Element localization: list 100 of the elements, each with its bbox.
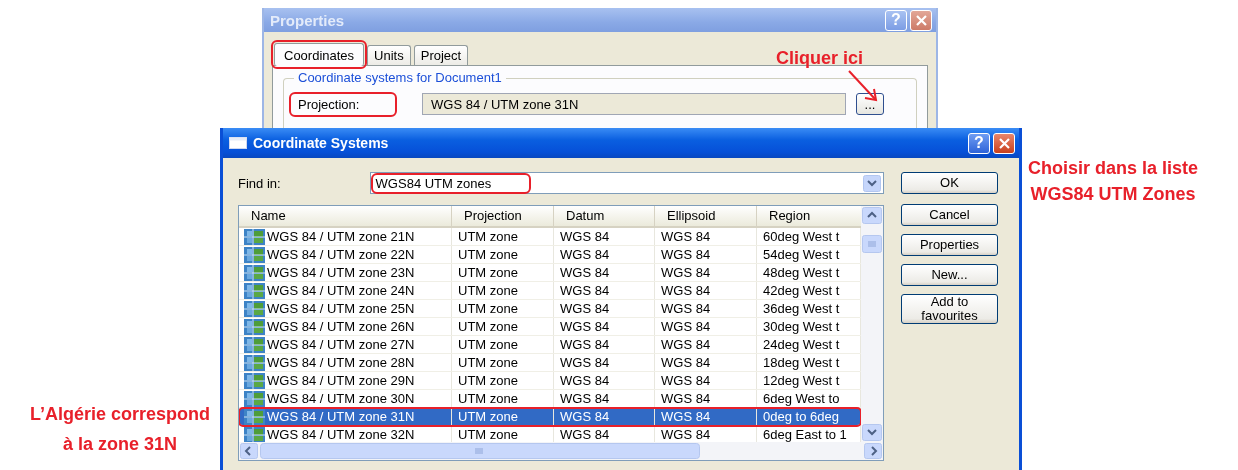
table-row[interactable]: WGS 84 / UTM zone 21N UTM zone WGS 84 WGS 84 60deg West t [239, 228, 861, 246]
table-cell: WGS 84 / UTM zone 21N [267, 229, 415, 244]
table-cell: WGS 84 [655, 336, 757, 353]
table-cell: WGS 84 [554, 264, 655, 281]
table-cell: WGS 84 [655, 282, 757, 299]
dialog-button[interactable]: OK [901, 172, 998, 194]
table-cell: WGS 84 / UTM zone 25N [267, 301, 415, 316]
scrollbar-thumb[interactable] [260, 443, 700, 459]
table-cell: WGS 84 [554, 336, 655, 353]
column-header[interactable]: Datum [554, 206, 655, 226]
browse-button[interactable]: ... [856, 93, 884, 115]
column-header[interactable]: Region [757, 206, 861, 226]
map-grid-icon [244, 373, 265, 389]
dialog-button[interactable]: Cancel [901, 204, 998, 226]
table-cell: WGS 84 [655, 300, 757, 317]
table-cell: UTM zone [452, 408, 554, 425]
map-grid-icon [244, 319, 265, 335]
horizontal-scrollbar[interactable] [239, 442, 883, 460]
table-cell: WGS 84 / UTM zone 23N [267, 265, 415, 280]
projection-field[interactable]: WGS 84 / UTM zone 31N [422, 93, 846, 115]
table-cell: WGS 84 / UTM zone 32N [267, 427, 415, 442]
table-cell: WGS 84 [655, 318, 757, 335]
scroll-up-icon[interactable] [862, 207, 882, 224]
table-row[interactable]: WGS 84 / UTM zone 28N UTM zone WGS 84 WGS 84 18deg West t [239, 354, 861, 372]
table-cell: UTM zone [452, 282, 554, 299]
table-row[interactable]: WGS 84 / UTM zone 22N UTM zone WGS 84 WGS 84 54deg West t [239, 246, 861, 264]
map-grid-icon [244, 247, 265, 263]
table-cell: WGS 84 [554, 282, 655, 299]
table-cell: WGS 84 [655, 408, 757, 425]
table-cell: WGS 84 [655, 354, 757, 371]
table-cell: UTM zone [452, 336, 554, 353]
column-header[interactable]: Name [239, 206, 452, 226]
dialog-button[interactable]: Add to favourites [901, 294, 998, 324]
vertical-scrollbar[interactable] [861, 206, 883, 442]
table-cell: WGS 84 [655, 246, 757, 263]
annotation-text: L’Algérie correspond [30, 403, 211, 426]
map-grid-icon [244, 229, 265, 245]
column-header[interactable]: Projection [452, 206, 554, 226]
table-row[interactable]: WGS 84 / UTM zone 29N UTM zone WGS 84 WGS 84 12deg West t [239, 372, 861, 390]
table-row[interactable]: WGS 84 / UTM zone 27N UTM zone WGS 84 WGS 84 24deg West t [239, 336, 861, 354]
scrollbar-thumb[interactable] [862, 235, 882, 253]
table-cell: WGS 84 / UTM zone 27N [267, 337, 415, 352]
annotation-text: WGS84 UTM Zones [1030, 183, 1196, 206]
table-row[interactable]: WGS 84 / UTM zone 26N UTM zone WGS 84 WGS 84 30deg West t [239, 318, 861, 336]
dialog-button[interactable]: New... [901, 264, 998, 286]
map-grid-icon [244, 427, 265, 442]
table-cell: WGS 84 / UTM zone 28N [267, 355, 415, 370]
map-grid-icon [244, 409, 265, 425]
table-cell: WGS 84 [554, 300, 655, 317]
map-grid-icon [244, 391, 265, 407]
table-cell: WGS 84 [655, 372, 757, 389]
find-in-dropdown[interactable]: WGS84 UTM zones [369, 172, 884, 194]
window-title: Properties [270, 11, 345, 29]
table-cell: WGS 84 [554, 246, 655, 263]
tab[interactable]: Coordinates [274, 43, 365, 66]
table-cell: UTM zone [452, 318, 554, 335]
annotation-text: Choisir dans la liste [1028, 157, 1199, 180]
close-button[interactable] [993, 132, 1015, 154]
tab[interactable]: Project [413, 45, 469, 65]
table-cell: WGS 84 / UTM zone 22N [267, 247, 415, 262]
column-header[interactable]: Ellipsoid [655, 206, 757, 226]
table-cell: WGS 84 / UTM zone 30N [267, 391, 415, 406]
map-grid-icon [244, 301, 265, 317]
table-cell: WGS 84 / UTM zone 29N [267, 373, 415, 388]
table-cell: UTM zone [452, 372, 554, 389]
table-cell: UTM zone [452, 246, 554, 263]
table-cell: WGS 84 / UTM zone 24N [267, 283, 415, 298]
table-cell: WGS 84 [655, 264, 757, 281]
table-row[interactable]: WGS 84 / UTM zone 24N UTM zone WGS 84 WGS 84 42deg West t [239, 282, 861, 300]
table-cell: UTM zone [452, 354, 554, 371]
map-grid-icon [244, 337, 265, 353]
table-cell: WGS 84 [554, 318, 655, 335]
table-cell: WGS 84 [655, 228, 757, 245]
find-in-label: Find in: [238, 175, 282, 191]
projection-label: Projection: [292, 94, 394, 114]
scroll-right-icon[interactable] [864, 443, 882, 459]
annotation-text: à la zone 31N [63, 433, 178, 456]
scroll-down-icon[interactable] [862, 424, 882, 441]
table-row[interactable]: WGS 84 / UTM zone 25N UTM zone WGS 84 WGS 84 36deg West t [239, 300, 861, 318]
table-cell: WGS 84 / UTM zone 31N [267, 409, 415, 424]
dialog-button[interactable]: Properties [901, 234, 998, 256]
table-cell: WGS 84 [554, 354, 655, 371]
table-cell: WGS 84 [554, 408, 655, 425]
table-cell: UTM zone [452, 300, 554, 317]
table-cell: WGS 84 [554, 372, 655, 389]
table-cell: UTM zone [452, 228, 554, 245]
table-cell: WGS 84 / UTM zone 26N [267, 319, 415, 334]
scroll-left-icon[interactable] [240, 443, 258, 459]
close-icon [915, 14, 927, 26]
table-row[interactable]: WGS 84 / UTM zone 23N UTM zone WGS 84 WGS 84 48deg West t [239, 264, 861, 282]
tab[interactable]: Units [367, 45, 411, 65]
map-grid-icon [244, 283, 265, 299]
table-cell: UTM zone [452, 264, 554, 281]
map-grid-icon [244, 265, 265, 281]
annotation-text: Cliquer ici [776, 47, 864, 70]
window-title: Coordinate Systems [253, 135, 389, 151]
table-row[interactable]: WGS 84 / UTM zone 31N UTM zone WGS 84 WGS 84 0deg to 6deg [239, 408, 861, 426]
window-icon [229, 137, 247, 149]
group-title: Coordinate systems for Document1 [294, 70, 506, 85]
table-cell: WGS 84 [554, 228, 655, 245]
